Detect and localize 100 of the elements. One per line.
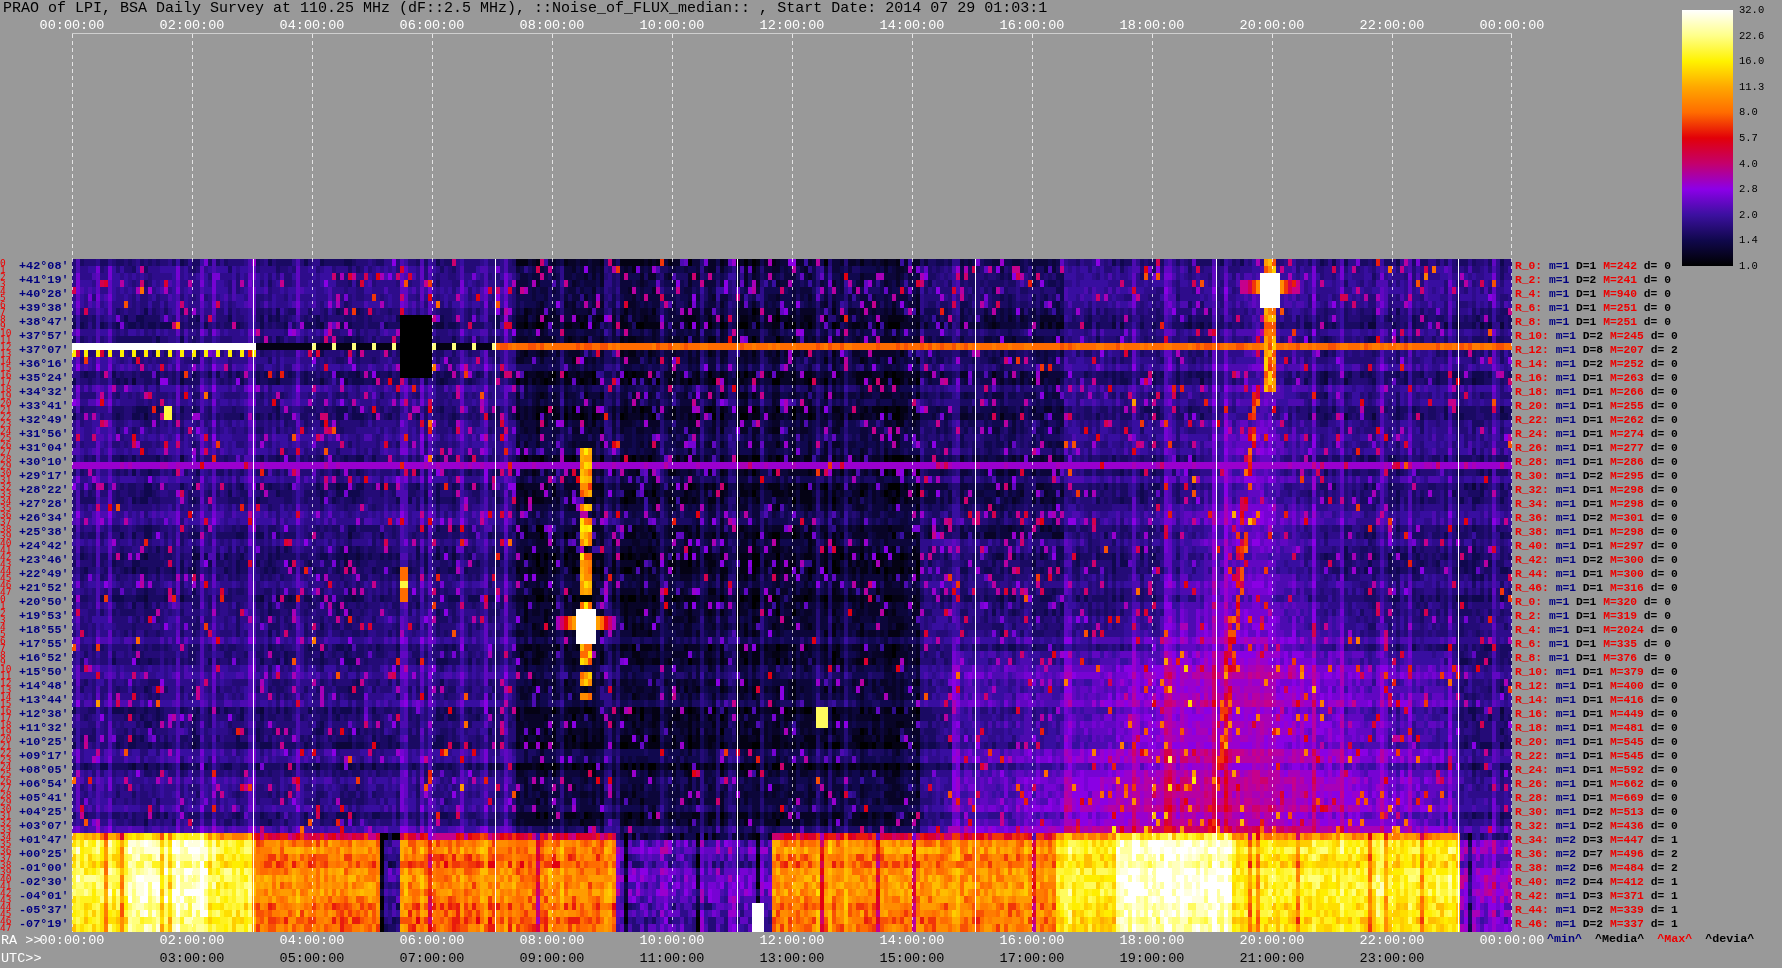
max-value: M=339 xyxy=(1609,904,1644,916)
beam-label: R_24: xyxy=(1515,428,1549,440)
min-value: m=1 xyxy=(1548,288,1570,300)
min-value: m=1 xyxy=(1555,680,1577,692)
deviation-value: d= 0 xyxy=(1650,358,1678,370)
max-value: M=295 xyxy=(1609,470,1644,482)
declination-label: -05°37′ xyxy=(19,903,69,917)
beam-number: 35 xyxy=(0,840,12,847)
min-value: m=1 xyxy=(1555,904,1577,916)
max-value: M=266 xyxy=(1609,386,1644,398)
max-value: M=484 xyxy=(1609,862,1644,874)
beam-number: 10 xyxy=(0,329,12,336)
beam-number: 32 xyxy=(0,483,12,490)
declination-label: +34°32′ xyxy=(19,385,69,399)
beam-number: 13 xyxy=(0,686,12,693)
median-value: D=1 xyxy=(1576,596,1597,608)
min-value: m=1 xyxy=(1555,372,1577,384)
utc-axis-label: 05:00:00 xyxy=(279,951,345,966)
beam-label: R_16: xyxy=(1515,708,1549,720)
median-value: D=1 xyxy=(1576,316,1597,328)
beam-number: 28 xyxy=(0,455,12,462)
column-legend-label: ^min^ xyxy=(1547,932,1583,946)
min-value: m=1 xyxy=(1555,498,1577,510)
beam-number: 23 xyxy=(0,756,12,763)
ra-axis-label: 10:00:00 xyxy=(639,933,705,948)
max-value: M=592 xyxy=(1609,764,1644,776)
beam-label: R_12: xyxy=(1515,680,1549,692)
median-value: D=1 xyxy=(1582,582,1604,594)
ra-axis-label: 04:00:00 xyxy=(279,933,345,948)
beam-number: 4 xyxy=(0,287,6,294)
beam-number: 40 xyxy=(0,539,12,546)
max-value: M=300 xyxy=(1609,568,1644,580)
beam-label: R_28: xyxy=(1515,456,1549,468)
declination-label: -04°01′ xyxy=(19,889,69,903)
deviation-value: d= 0 xyxy=(1643,302,1671,314)
beam-number: 24 xyxy=(0,427,12,434)
median-value: D=1 xyxy=(1582,750,1604,762)
min-value: m=1 xyxy=(1555,428,1577,440)
beam-label: R_18: xyxy=(1515,722,1549,734)
min-value: m=1 xyxy=(1555,820,1577,832)
time-axis-label: 04:00:00 xyxy=(279,18,345,33)
max-value: M=319 xyxy=(1603,610,1638,622)
declination-label: +17°55′ xyxy=(19,637,69,651)
median-value: D=1 xyxy=(1582,722,1604,734)
color-scale-label: 2.0 xyxy=(1739,207,1758,222)
deviation-value: d= 1 xyxy=(1650,876,1678,888)
deviation-value: d= 0 xyxy=(1650,540,1678,552)
beam-number: 3 xyxy=(0,616,6,623)
median-value: D=2 xyxy=(1582,820,1604,832)
median-value: D=1 xyxy=(1582,778,1604,790)
deviation-value: d= 0 xyxy=(1650,470,1678,482)
beam-number: 47 xyxy=(0,588,12,595)
max-value: M=298 xyxy=(1609,526,1644,538)
median-value: D=1 xyxy=(1582,736,1604,748)
beam-number: 7 xyxy=(0,308,6,315)
max-value: M=371 xyxy=(1609,890,1644,902)
median-value: D=1 xyxy=(1582,568,1604,580)
beam-label: R_6: xyxy=(1515,302,1543,314)
beam-number: 42 xyxy=(0,553,12,560)
max-value: M=449 xyxy=(1609,708,1644,720)
beam-number: 22 xyxy=(0,749,12,756)
beam-number: 30 xyxy=(0,805,12,812)
min-value: m=1 xyxy=(1555,750,1577,762)
min-value: m=1 xyxy=(1555,722,1577,734)
median-value: D=1 xyxy=(1582,498,1604,510)
color-scale-label: 11.3 xyxy=(1739,79,1765,94)
beam-number: 38 xyxy=(0,525,12,532)
max-value: M=376 xyxy=(1603,652,1638,664)
beam-label: R_20: xyxy=(1515,400,1549,412)
deviation-value: d= 0 xyxy=(1643,274,1671,286)
median-value: D=1 xyxy=(1582,386,1604,398)
beam-label: R_4: xyxy=(1515,288,1543,300)
ra-axis-label: 14:00:00 xyxy=(879,933,945,948)
median-value: D=1 xyxy=(1582,666,1604,678)
beam-number: 40 xyxy=(0,875,12,882)
beam-label: R_34: xyxy=(1515,834,1549,846)
time-axis-label: 02:00:00 xyxy=(159,18,225,33)
deviation-value: d= 2 xyxy=(1650,862,1678,874)
beam-number: 26 xyxy=(0,777,12,784)
beam-number: 17 xyxy=(0,378,12,385)
beam-number: 12 xyxy=(0,343,12,350)
min-value: m=1 xyxy=(1548,260,1570,272)
beam-label: R_20: xyxy=(1515,736,1549,748)
declination-label: +13°44′ xyxy=(19,693,69,707)
median-value: D=1 xyxy=(1582,400,1604,412)
beam-label: R_28: xyxy=(1515,792,1549,804)
max-value: M=496 xyxy=(1609,848,1644,860)
utc-axis-label: 03:00:00 xyxy=(159,951,225,966)
declination-label: +31°56′ xyxy=(19,427,69,441)
beam-number: 28 xyxy=(0,791,12,798)
ra-axis-label: 18:00:00 xyxy=(1119,933,1185,948)
median-value: D=1 xyxy=(1582,792,1604,804)
beam-label: R_16: xyxy=(1515,372,1549,384)
beam-number: 11 xyxy=(0,672,12,679)
median-value: D=1 xyxy=(1582,540,1604,552)
beam-number: 34 xyxy=(0,497,12,504)
median-value: D=8 xyxy=(1582,344,1604,356)
beam-number: 37 xyxy=(0,518,12,525)
min-value: m=1 xyxy=(1555,764,1577,776)
beam-number: 3 xyxy=(0,280,6,287)
